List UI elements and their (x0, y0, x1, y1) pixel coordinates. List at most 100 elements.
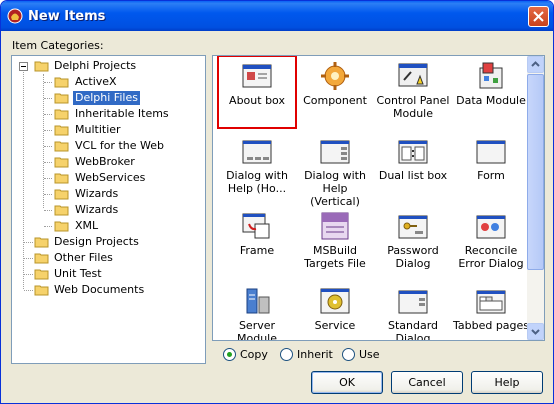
tree-item-label: Delphi Files (73, 91, 140, 105)
tree-item-label: Design Projects (54, 235, 139, 248)
help-button[interactable]: Help (471, 371, 543, 394)
item-about-box[interactable]: About box (217, 56, 297, 129)
item-component[interactable]: Component (296, 56, 374, 128)
title-bar: New Items (1, 1, 553, 31)
item-dual-list-box[interactable]: Dual list box (374, 131, 452, 203)
standard-dialog-icon (398, 290, 428, 314)
folder-icon (34, 285, 49, 296)
tree-item-label: VCL for the Web (75, 139, 164, 152)
scroll-thumb[interactable] (527, 74, 544, 270)
tree-item-wizards[interactable]: Wizards (12, 186, 202, 202)
tree-item-web-documents[interactable]: Web Documents (12, 282, 202, 298)
tree-item-label: Inheritable Items (75, 107, 169, 120)
close-button[interactable] (528, 6, 549, 27)
radio-copy-circle[interactable] (223, 348, 236, 361)
scroll-up-button[interactable] (527, 56, 544, 73)
item-server-module[interactable]: Server Module (218, 281, 296, 341)
item-data-module[interactable]: Data Module (452, 56, 530, 128)
item-label: Frame (239, 244, 275, 257)
tree-item-other-files[interactable]: Other Files (12, 250, 202, 266)
item-reconcile-error-dialog[interactable]: Reconcile Error Dialog (452, 206, 530, 278)
item-label: About box (229, 94, 285, 107)
radio-use-circle[interactable] (342, 348, 355, 361)
item-dialog-with-help-horizontal[interactable]: Dialog with Help (Ho... (218, 131, 296, 203)
collapse-toggle[interactable] (19, 62, 28, 71)
folder-icon (54, 221, 69, 232)
cancel-button[interactable]: Cancel (391, 371, 463, 394)
item-dialog-with-help-vertical[interactable]: Dialog with Help (Vertical) (296, 131, 374, 208)
password-dialog-icon (398, 215, 428, 239)
dialog-help-vertical-icon (320, 140, 350, 164)
tree-item-label: ActiveX (75, 75, 117, 88)
radio-use-label: Use (359, 348, 380, 361)
item-label: Component (303, 94, 367, 107)
items-scrollbar[interactable] (527, 56, 544, 340)
service-icon (320, 288, 350, 314)
item-label: Form (477, 169, 505, 182)
folder-icon (54, 205, 69, 216)
tree-item-label: XML (75, 219, 99, 232)
tree-item-activex[interactable]: ActiveX (12, 74, 202, 90)
item-label: MSBuild Targets File (304, 244, 366, 270)
item-label: Dialog with Help (Ho... (226, 169, 288, 195)
item-label: Standard Dialog (387, 319, 439, 341)
tree-item-label: Multitier (75, 123, 121, 136)
item-label: Control Panel Module (376, 94, 450, 120)
frame-icon (242, 213, 270, 239)
items-gallery[interactable]: About box Component Control Panel Module (212, 55, 545, 341)
data-module-icon (479, 62, 503, 89)
tree-item-inheritable-items[interactable]: Inheritable Items (12, 106, 202, 122)
radio-inherit-label: Inherit (297, 348, 333, 361)
item-label: Service (314, 319, 356, 332)
radio-copy-label: Copy (240, 348, 268, 361)
tree-item-xml[interactable]: XML (12, 218, 202, 234)
tree-item-label: Web Documents (54, 283, 145, 296)
reconcile-dialog-icon (476, 215, 506, 239)
tree-item-delphi-projects[interactable]: Delphi Projects (12, 58, 202, 74)
item-label: Tabbed pages (452, 319, 530, 332)
item-label: Reconcile Error Dialog (458, 244, 524, 270)
control-panel-icon (398, 63, 428, 87)
tree-item-label: Delphi Projects (54, 59, 137, 72)
ok-button[interactable]: OK (311, 371, 383, 394)
tree-item-label: Other Files (54, 251, 113, 264)
item-label: Data Module (456, 94, 526, 107)
tree-item-design-projects[interactable]: Design Projects (12, 234, 202, 250)
tree-item-webservices[interactable]: WebServices (12, 170, 202, 186)
folder-open-icon (54, 93, 69, 104)
tree-item-label: Wizards (75, 203, 119, 216)
tree-item-unit-test[interactable]: Unit Test (12, 266, 202, 282)
dialog-help-horizontal-icon (242, 140, 272, 164)
form-icon (476, 140, 506, 164)
chevron-down-icon (531, 329, 540, 335)
folder-icon (34, 269, 49, 280)
tree-item-label: Wizards (75, 187, 119, 200)
tree-item-label: WebBroker (75, 155, 135, 168)
folder-icon (54, 157, 69, 168)
category-tree[interactable]: Delphi Projects ActiveX Delphi Files Inh… (11, 55, 206, 364)
tree-item-label: Unit Test (54, 267, 102, 280)
tree-item-label: WebServices (75, 171, 146, 184)
item-standard-dialog[interactable]: Standard Dialog (374, 281, 452, 341)
item-tabbed-pages[interactable]: Tabbed pages (452, 281, 530, 340)
folder-icon (54, 125, 69, 136)
dual-list-box-icon (398, 140, 428, 164)
tree-item-multitier[interactable]: Multitier (12, 122, 202, 138)
item-label: Server Module (237, 319, 277, 341)
component-gear-icon (321, 62, 349, 90)
item-control-panel-module[interactable]: Control Panel Module (374, 56, 452, 128)
item-msbuild-targets-file[interactable]: MSBuild Targets File (296, 206, 374, 278)
tree-item-webbroker[interactable]: WebBroker (12, 154, 202, 170)
tree-item-delphi-files[interactable]: Delphi Files (12, 90, 202, 106)
item-password-dialog[interactable]: Password Dialog (374, 206, 452, 278)
tree-item-vcl-for-the-web[interactable]: VCL for the Web (12, 138, 202, 154)
scroll-down-button[interactable] (527, 323, 544, 340)
item-form[interactable]: Form (452, 131, 530, 203)
radio-inherit-circle[interactable] (280, 348, 293, 361)
item-service[interactable]: Service (296, 281, 374, 340)
tree-item-wizards-2[interactable]: Wizards (12, 202, 202, 218)
folder-icon (54, 189, 69, 200)
item-frame[interactable]: Frame (218, 206, 296, 278)
folder-icon (54, 77, 69, 88)
folder-icon (34, 253, 49, 264)
